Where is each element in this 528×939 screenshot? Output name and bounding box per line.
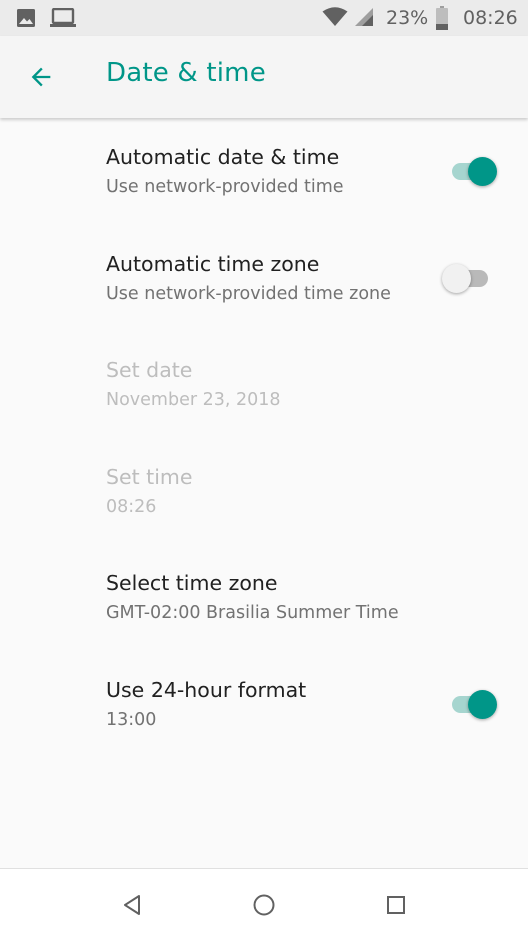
setting-summary: 08:26 <box>106 496 157 517</box>
setting-title: Set time <box>106 464 193 489</box>
home-circle-icon <box>253 894 275 916</box>
switch-thumb <box>468 689 497 719</box>
status-bar: 23% 08:26 <box>0 0 528 36</box>
signal-icon <box>354 7 374 31</box>
battery-percent: 23% <box>386 7 429 29</box>
settings-list: Automatic date & time Use network-provid… <box>0 118 528 757</box>
setting-summary: November 23, 2018 <box>106 390 281 410</box>
select-time-zone-row[interactable]: Select time zone GMT-02:00 Brasilia Summ… <box>0 544 528 651</box>
automatic-date-time-toggle[interactable] <box>452 156 508 186</box>
automatic-date-time-row[interactable]: Automatic date & time Use network-provid… <box>0 118 528 225</box>
set-time-row[interactable]: Set time 08:26 <box>0 438 528 545</box>
back-button[interactable] <box>20 56 62 98</box>
nav-home-button[interactable] <box>242 883 286 927</box>
use-24-hour-format-toggle[interactable] <box>452 689 508 719</box>
use-24-hour-format-row[interactable]: Use 24-hour format 13:00 <box>0 651 528 758</box>
setting-title: Select time zone <box>106 571 278 595</box>
nav-back-button[interactable] <box>110 883 154 927</box>
arrow-back-icon <box>31 67 51 87</box>
setting-summary: GMT-02:00 Brasilia Summer Time <box>106 603 399 623</box>
switch-thumb <box>442 263 471 293</box>
navigation-bar <box>0 868 528 939</box>
wifi-icon <box>322 7 348 31</box>
setting-title: Use 24-hour format <box>106 677 307 702</box>
automatic-time-zone-row[interactable]: Automatic time zone Use network-provided… <box>0 225 528 332</box>
setting-summary: Use network-provided time <box>106 177 344 197</box>
setting-title: Set date <box>106 358 193 382</box>
status-time: 08:26 <box>463 7 518 29</box>
setting-summary: 13:00 <box>106 709 157 730</box>
back-triangle-icon <box>124 895 140 915</box>
set-date-row[interactable]: Set date November 23, 2018 <box>0 331 528 438</box>
setting-title: Automatic date & time <box>106 145 340 169</box>
recents-square-icon <box>387 896 405 914</box>
laptop-icon <box>50 7 76 32</box>
battery-icon <box>436 6 448 34</box>
nav-recents-button[interactable] <box>374 883 418 927</box>
setting-summary: Use network-provided time zone <box>106 283 391 304</box>
page-title: Date & time <box>106 58 266 88</box>
image-icon <box>16 8 36 32</box>
app-bar: Date & time <box>0 36 528 118</box>
switch-thumb <box>468 157 497 186</box>
automatic-time-zone-toggle[interactable] <box>442 263 508 293</box>
setting-title: Automatic time zone <box>106 251 320 276</box>
